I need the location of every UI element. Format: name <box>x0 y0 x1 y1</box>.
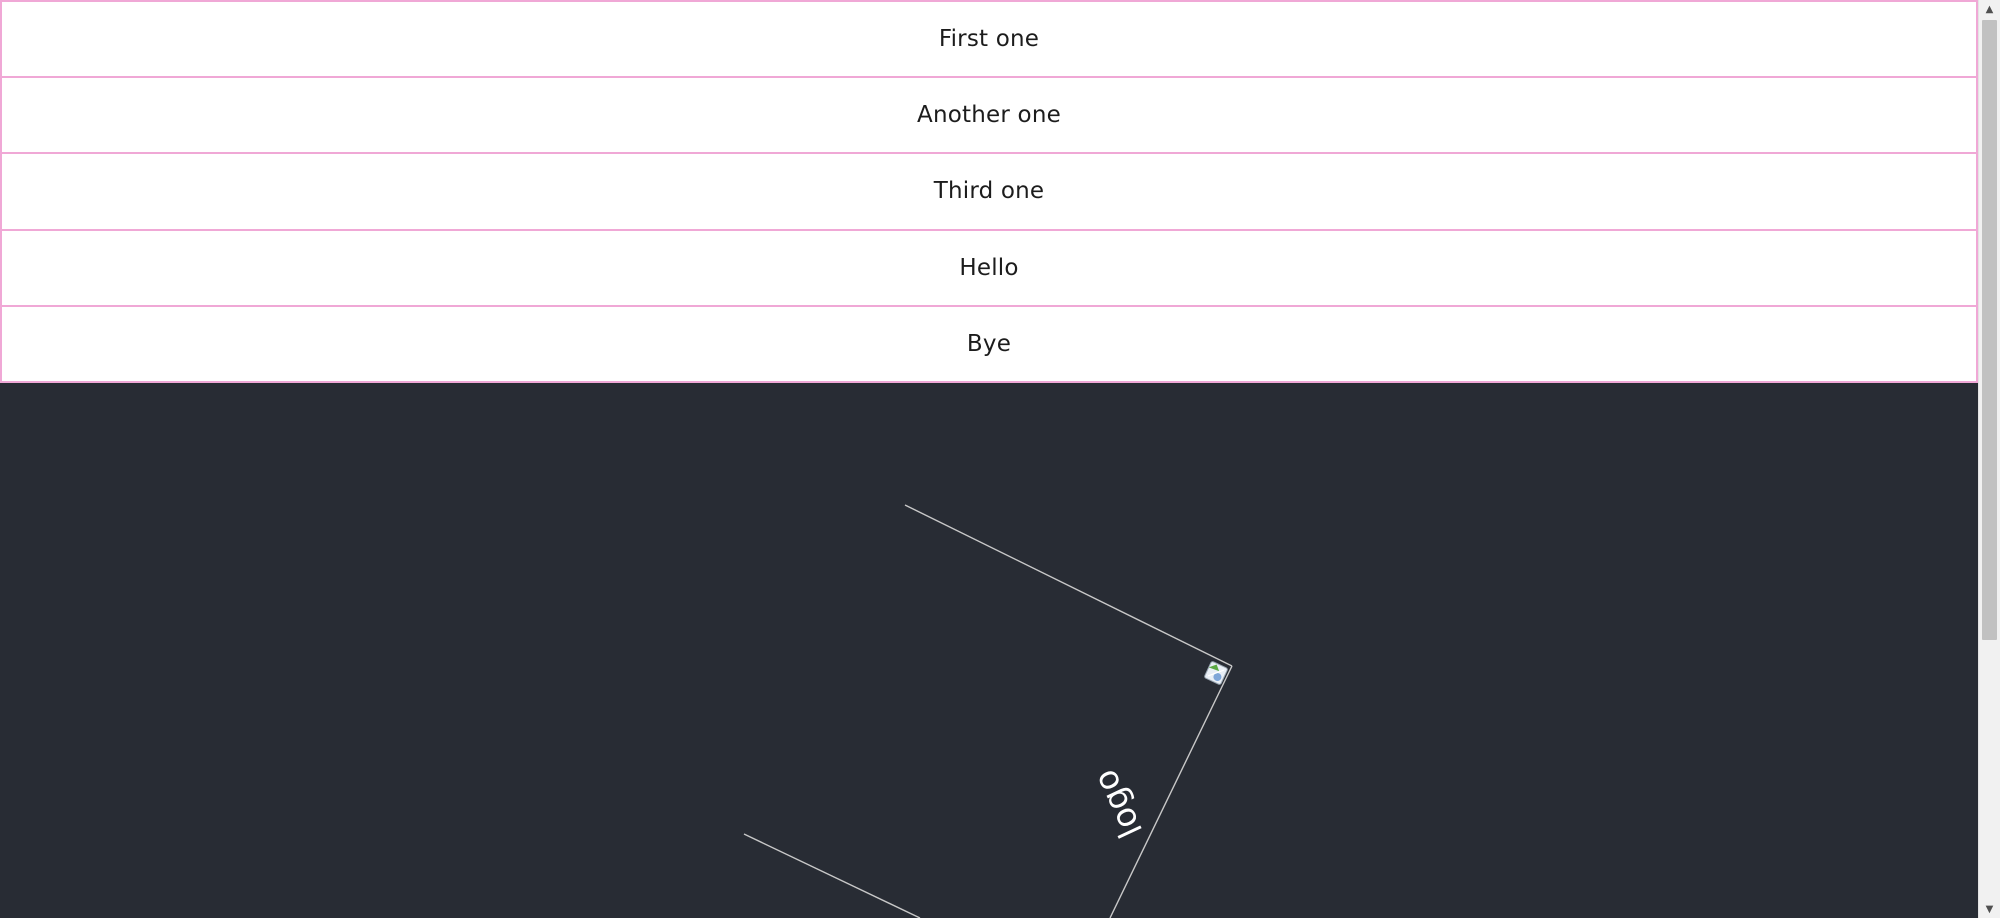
list-item-label: Third one <box>933 178 1045 205</box>
scroll-up-arrow-icon[interactable]: ▲ <box>1979 0 2000 18</box>
item-list: First one Another one Third one Hello By… <box>0 0 1978 383</box>
list-item-label: Hello <box>959 255 1019 282</box>
list-item-label: Another one <box>917 101 1061 128</box>
list-item[interactable]: Bye <box>0 306 1978 383</box>
scroll-down-arrow-icon[interactable]: ▼ <box>1979 900 2000 918</box>
logo-caption: logo <box>1085 764 1150 844</box>
rotated-logo-frame: logo <box>743 504 1233 918</box>
list-item[interactable]: First one <box>0 0 1978 77</box>
frame-edge-top <box>904 504 1233 667</box>
vertical-scrollbar[interactable]: ▲ ▼ <box>1978 0 2000 918</box>
list-item[interactable]: Hello <box>0 229 1978 307</box>
app-viewport: First one Another one Third one Hello By… <box>0 0 1978 918</box>
list-item[interactable]: Another one <box>0 76 1978 154</box>
logo-stage: logo <box>0 383 1978 918</box>
list-item-label: First one <box>938 25 1040 52</box>
list-item[interactable]: Third one <box>0 153 1978 230</box>
frame-edge-bottom <box>743 833 921 918</box>
list-item-label: Bye <box>966 331 1012 358</box>
scroll-thumb[interactable] <box>1982 20 1997 640</box>
